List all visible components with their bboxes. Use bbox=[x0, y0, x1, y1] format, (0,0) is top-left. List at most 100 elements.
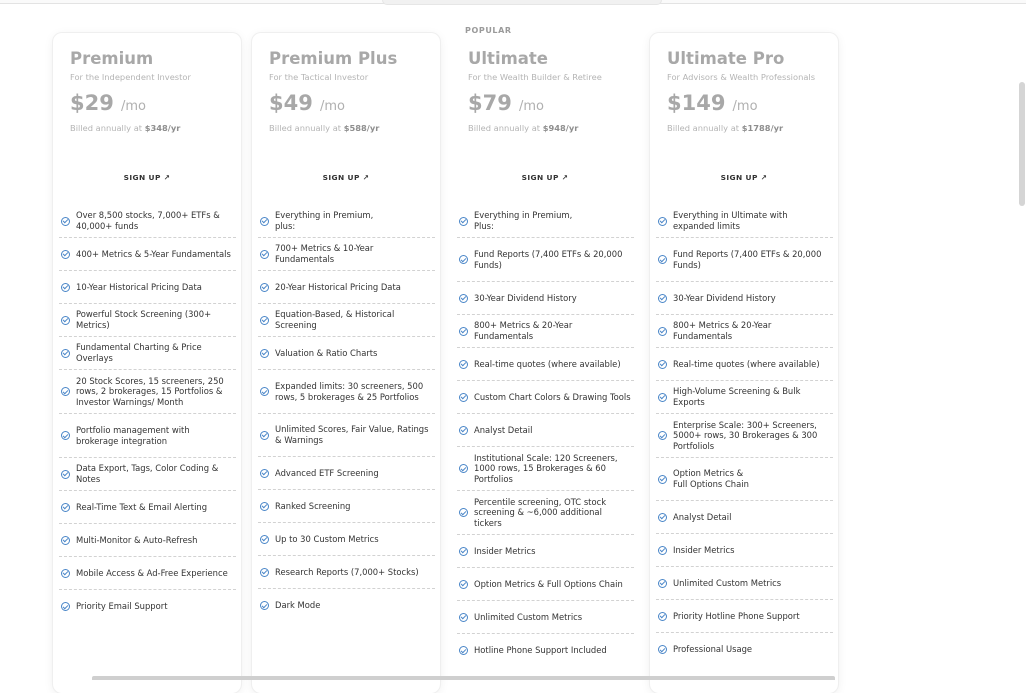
billing-amount: $948/yr bbox=[542, 123, 579, 133]
popular-badge: POPULAR bbox=[465, 26, 512, 35]
check-circle-icon bbox=[260, 315, 269, 325]
feature-text: Custom Chart Colors & Drawing Tools bbox=[474, 391, 631, 402]
feature-text: Mobile Access & Ad-Free Experience bbox=[76, 567, 228, 578]
signup-button[interactable]: SIGN UP ↗ bbox=[252, 173, 440, 182]
feature-text: Option Metrics & Full Options Chain bbox=[673, 468, 749, 489]
feature-text: Unlimited Scores, Fair Value, Ratings & … bbox=[275, 424, 429, 445]
feature-text: Insider Metrics bbox=[474, 545, 536, 556]
check-circle-icon bbox=[459, 646, 468, 655]
check-circle-icon bbox=[459, 579, 468, 589]
check-circle-icon bbox=[260, 468, 269, 478]
feature-text: Everything in Premium, plus: bbox=[275, 210, 374, 231]
feature-text: 20 Stock Scores, 15 screeners, 250 rows,… bbox=[76, 375, 224, 407]
feature-item: Enterprise Scale: 300+ Screeners, 5000+ … bbox=[656, 414, 833, 458]
check-circle-icon bbox=[61, 431, 70, 440]
feature-item: Unlimited Scores, Fair Value, Ratings & … bbox=[258, 414, 435, 457]
price-row: $29 /mo bbox=[70, 91, 146, 115]
feature-item: 30-Year Dividend History bbox=[457, 282, 634, 315]
check-circle-icon bbox=[260, 282, 269, 292]
check-circle-icon bbox=[459, 359, 468, 369]
feature-item: Fund Reports (7,400 ETFs & 20,000 Funds) bbox=[656, 238, 833, 282]
check-circle-icon bbox=[260, 387, 269, 396]
feature-text: Professional Usage bbox=[673, 644, 753, 655]
check-circle-icon bbox=[260, 216, 269, 226]
signup-button[interactable]: SIGN UP ↗ bbox=[650, 173, 838, 182]
feature-item: Real-time quotes (where available) bbox=[457, 348, 634, 381]
feature-text: Analyst Detail bbox=[474, 424, 533, 435]
billing-note: Billed annually at $348/yr bbox=[70, 123, 180, 133]
check-circle-icon bbox=[61, 535, 70, 545]
check-circle-icon bbox=[61, 315, 70, 325]
check-circle-icon bbox=[658, 512, 667, 522]
plan-name: Premium bbox=[70, 49, 154, 68]
feature-item: Expanded limits: 30 screeners, 500 rows,… bbox=[258, 370, 435, 414]
feature-item: Equation-Based, & Historical Screening bbox=[258, 304, 435, 337]
plan-price: $149 bbox=[667, 91, 726, 115]
feature-text: Powerful Stock Screening (300+ Metrics) bbox=[76, 309, 212, 330]
check-circle-icon bbox=[658, 431, 667, 440]
feature-text: 700+ Metrics & 10-Year Fundamentals bbox=[275, 243, 374, 264]
feature-text: Over 8,500 stocks, 7,000+ ETFs & 40,000+… bbox=[76, 210, 220, 231]
check-circle-icon bbox=[658, 645, 667, 654]
check-circle-icon bbox=[459, 293, 468, 303]
horizontal-scrollbar[interactable] bbox=[92, 676, 835, 680]
feature-text: Priority Email Support bbox=[76, 601, 168, 612]
vertical-scrollbar[interactable] bbox=[1019, 82, 1025, 206]
feature-item: Professional Usage bbox=[656, 633, 833, 666]
check-circle-icon bbox=[61, 502, 70, 512]
check-circle-icon bbox=[61, 249, 70, 259]
check-circle-icon bbox=[260, 348, 269, 358]
feature-text: 30-Year Dividend History bbox=[673, 292, 776, 303]
feature-item: Priority Email Support bbox=[59, 590, 236, 623]
check-circle-icon bbox=[61, 602, 70, 611]
feature-text: Institutional Scale: 120 Screeners, 1000… bbox=[474, 452, 618, 484]
pricing-section: Premium For the Independent Investor $29… bbox=[0, 0, 1026, 693]
feature-item: Real-time quotes (where available) bbox=[656, 348, 833, 381]
feature-text: Enterprise Scale: 300+ Screeners, 5000+ … bbox=[673, 419, 818, 451]
billing-prefix: Billed annually at bbox=[468, 123, 543, 133]
billing-prefix: Billed annually at bbox=[269, 123, 344, 133]
feature-text: Analyst Detail bbox=[673, 511, 732, 522]
billing-prefix: Billed annually at bbox=[667, 123, 742, 133]
billing-amount: $348/yr bbox=[144, 123, 181, 133]
feature-item: Custom Chart Colors & Drawing Tools bbox=[457, 381, 634, 414]
signup-button[interactable]: SIGN UP ↗ bbox=[53, 173, 241, 182]
feature-text: Everything in Ultimate with expanded lim… bbox=[673, 210, 788, 231]
plan-subtitle: For Advisors & Wealth Professionals bbox=[667, 72, 816, 82]
feature-text: 400+ Metrics & 5-Year Fundamentals bbox=[76, 248, 231, 259]
feature-list: Everything in Premium, Plus: Fund Report… bbox=[457, 205, 634, 667]
feature-text: 800+ Metrics & 20-Year Fundamentals bbox=[474, 320, 573, 341]
feature-text: Priority Hotline Phone Support bbox=[673, 610, 800, 621]
check-circle-icon bbox=[658, 474, 667, 484]
check-circle-icon bbox=[459, 546, 468, 556]
check-circle-icon bbox=[260, 249, 269, 259]
feature-text: Dark Mode bbox=[275, 600, 321, 611]
feature-item: Institutional Scale: 120 Screeners, 1000… bbox=[457, 447, 634, 491]
feature-item: Everything in Ultimate with expanded lim… bbox=[656, 205, 833, 238]
feature-item: Valuation & Ratio Charts bbox=[258, 337, 435, 370]
feature-item: Advanced ETF Screening bbox=[258, 457, 435, 490]
billing-amount: $588/yr bbox=[343, 123, 380, 133]
feature-item: 20-Year Historical Pricing Data bbox=[258, 271, 435, 304]
feature-text: Valuation & Ratio Charts bbox=[275, 347, 378, 358]
check-circle-icon bbox=[658, 326, 667, 336]
feature-item: Everything in Premium, Plus: bbox=[457, 205, 634, 238]
feature-text: 30-Year Dividend History bbox=[474, 292, 577, 303]
plan-card-ultimate: POPULAR Ultimate For the Wealth Builder … bbox=[451, 26, 639, 693]
feature-text: Fund Reports (7,400 ETFs & 20,000 Funds) bbox=[673, 248, 822, 270]
plan-subtitle: For the Independent Investor bbox=[70, 72, 191, 82]
check-circle-icon bbox=[260, 534, 269, 544]
check-circle-icon bbox=[459, 612, 468, 622]
feature-item: Analyst Detail bbox=[457, 414, 634, 447]
price-period: /mo bbox=[518, 99, 544, 114]
feature-item: Dark Mode bbox=[258, 589, 435, 622]
check-circle-icon bbox=[260, 430, 269, 440]
feature-item: Insider Metrics bbox=[457, 535, 634, 568]
signup-button[interactable]: SIGN UP ↗ bbox=[451, 173, 639, 182]
check-circle-icon bbox=[658, 578, 667, 588]
feature-item: Option Metrics & Full Options Chain bbox=[457, 568, 634, 601]
billing-prefix: Billed annually at bbox=[70, 123, 145, 133]
check-circle-icon bbox=[61, 216, 70, 226]
feature-item: Multi-Monitor & Auto-Refresh bbox=[59, 524, 236, 557]
feature-item: High-Volume Screening & Bulk Exports bbox=[656, 381, 833, 414]
